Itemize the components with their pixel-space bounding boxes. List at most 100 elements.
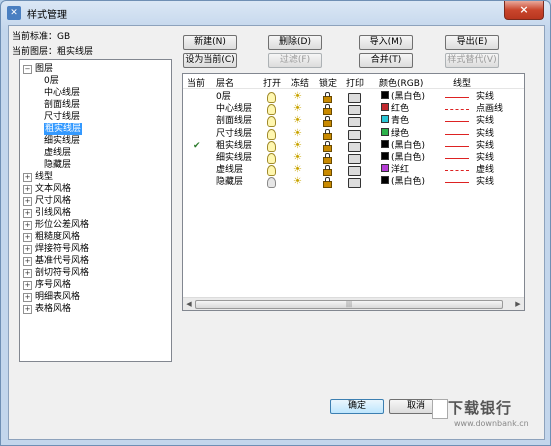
column-header[interactable]: 层名 xyxy=(216,76,234,89)
table-row[interactable]: 虚线层 ☀ 洋红 虚线 xyxy=(183,164,524,177)
table-row[interactable]: 细实线层 ☀ (黑白色) 实线 xyxy=(183,152,524,164)
column-header[interactable]: 线型 xyxy=(453,76,471,89)
layer-color[interactable]: (黑白色) xyxy=(381,152,425,164)
scroll-thumb[interactable]: ||| xyxy=(195,300,503,309)
lightbulb-icon[interactable] xyxy=(267,140,276,152)
column-header[interactable]: 打印 xyxy=(346,76,364,89)
linetype-name[interactable]: 实线 xyxy=(476,152,494,164)
layer-table[interactable]: 当前 层名 打开 冻结 锁定 打印 颜色(RGB) 线型 0层 ☀ (黑白色) 实线 中心线层 ☀ 红色点… xyxy=(182,73,525,311)
lock-icon[interactable] xyxy=(323,92,332,103)
window-title: 样式管理 xyxy=(27,10,67,21)
linetype-name[interactable]: 实线 xyxy=(476,176,494,188)
sun-icon[interactable]: ☀ xyxy=(293,103,302,115)
sun-icon[interactable]: ☀ xyxy=(293,91,302,103)
ok-button[interactable]: 确定 xyxy=(330,399,384,414)
sun-icon[interactable]: ☀ xyxy=(293,128,302,140)
lightbulb-icon[interactable] xyxy=(267,128,276,140)
close-button[interactable]: × xyxy=(504,1,544,20)
color-name: 青色 xyxy=(391,116,410,127)
filter-button[interactable]: 过滤(F) xyxy=(268,53,322,68)
expand-icon[interactable]: + xyxy=(23,197,32,206)
table-row[interactable]: 0层 ☀ (黑白色) 实线 xyxy=(183,91,524,103)
horizontal-scrollbar[interactable]: ◀ ||| ▶ xyxy=(183,297,524,310)
layer-color[interactable]: (黑白色) xyxy=(381,91,425,103)
printer-icon[interactable] xyxy=(348,166,361,177)
layer-color[interactable]: 洋红 xyxy=(381,164,409,176)
tree-item-label: 图层 xyxy=(35,64,54,74)
linetype-name[interactable]: 实线 xyxy=(476,140,494,152)
lightbulb-icon[interactable] xyxy=(267,177,276,189)
table-row[interactable]: 中心线层 ☀ 红色 点画线 xyxy=(183,103,524,116)
expand-icon[interactable]: + xyxy=(23,257,32,266)
lock-icon[interactable] xyxy=(323,140,332,152)
expand-icon[interactable]: + xyxy=(23,305,32,314)
printer-icon[interactable] xyxy=(348,154,361,164)
expand-icon[interactable]: + xyxy=(23,221,32,230)
linetype-name[interactable]: 实线 xyxy=(476,128,494,140)
table-row[interactable]: ✔ 粗实线层 ☀ (黑白色) 实线 xyxy=(183,139,524,152)
title-bar[interactable]: ✕ 样式管理 × xyxy=(1,1,550,25)
linetype-name[interactable]: 点画线 xyxy=(476,103,503,115)
layer-color[interactable]: (黑白色) xyxy=(381,139,425,152)
expand-icon[interactable]: + xyxy=(23,185,32,194)
lightbulb-icon[interactable] xyxy=(267,153,276,164)
column-header[interactable]: 打开 xyxy=(263,76,281,89)
style-tree[interactable]: − 图层 0层 中心线层 剖面线层 尺寸线层 粗实线层 细实线层 虚线层 隐藏层 + 线型 + 文本风格 +… xyxy=(19,59,172,362)
column-header[interactable]: 颜色(RGB) xyxy=(379,76,423,89)
expand-icon[interactable]: + xyxy=(23,233,32,242)
lock-icon[interactable] xyxy=(323,116,332,128)
set-current-button[interactable]: 设为当前(C) xyxy=(183,53,237,68)
linetype-name[interactable]: 虚线 xyxy=(476,164,494,176)
printer-icon[interactable] xyxy=(348,117,361,128)
scroll-left-arrow-icon[interactable]: ◀ xyxy=(184,299,194,309)
export-button[interactable]: 导出(E) xyxy=(445,35,499,50)
import-button[interactable]: 导入(M) xyxy=(359,35,413,50)
layer-color[interactable]: 绿色 xyxy=(381,127,409,140)
expand-icon[interactable]: + xyxy=(23,269,32,278)
lightbulb-icon[interactable] xyxy=(267,92,276,103)
merge-button[interactable]: 合并(T) xyxy=(359,53,413,68)
linetype-name[interactable]: 实线 xyxy=(476,91,494,103)
lightbulb-icon[interactable] xyxy=(267,116,276,128)
layer-color[interactable]: 红色 xyxy=(381,103,409,115)
expand-icon[interactable]: + xyxy=(23,209,32,218)
printer-icon[interactable] xyxy=(348,129,361,140)
column-header[interactable]: 锁定 xyxy=(319,76,337,89)
expand-icon[interactable]: + xyxy=(23,281,32,290)
lock-icon[interactable] xyxy=(323,165,332,177)
style-replace-button[interactable]: 样式替代(V) xyxy=(445,53,499,68)
lock-icon[interactable] xyxy=(323,177,332,189)
lightbulb-icon[interactable] xyxy=(267,165,276,177)
printer-icon[interactable] xyxy=(348,178,361,189)
delete-button[interactable]: 删除(D) xyxy=(268,35,322,50)
layer-name: 虚线层 xyxy=(216,165,244,176)
expand-icon[interactable]: + xyxy=(23,245,32,254)
sun-icon[interactable]: ☀ xyxy=(293,176,302,188)
table-row[interactable]: 尺寸线层 ☀ 绿色 实线 xyxy=(183,127,524,140)
table-row[interactable]: 隐藏层 ☀ (黑白色) 实线 xyxy=(183,176,524,189)
new-button[interactable]: 新建(N) xyxy=(183,35,237,50)
lightbulb-icon[interactable] xyxy=(267,104,276,116)
lock-icon[interactable] xyxy=(323,153,332,164)
expand-icon[interactable]: + xyxy=(23,293,32,302)
printer-icon[interactable] xyxy=(348,93,361,103)
color-name: 红色 xyxy=(391,104,410,115)
sun-icon[interactable]: ☀ xyxy=(293,152,302,164)
column-header[interactable]: 冻结 xyxy=(291,76,309,89)
sun-icon[interactable]: ☀ xyxy=(293,140,302,152)
column-header[interactable]: 当前 xyxy=(187,76,205,89)
sun-icon[interactable]: ☀ xyxy=(293,115,302,127)
layer-color[interactable]: 青色 xyxy=(381,115,409,127)
linetype-name[interactable]: 实线 xyxy=(476,115,494,127)
lock-icon[interactable] xyxy=(323,128,332,140)
printer-icon[interactable] xyxy=(348,105,361,116)
tree-item-label: 表格风格 xyxy=(35,304,72,314)
collapse-icon[interactable]: − xyxy=(23,65,32,74)
table-row[interactable]: 剖面线层 ☀ 青色 实线 xyxy=(183,115,524,128)
scroll-right-arrow-icon[interactable]: ▶ xyxy=(513,299,523,309)
lock-icon[interactable] xyxy=(323,104,332,116)
expand-icon[interactable]: + xyxy=(23,173,32,182)
layer-color[interactable]: (黑白色) xyxy=(381,176,425,188)
printer-icon[interactable] xyxy=(348,141,361,152)
sun-icon[interactable]: ☀ xyxy=(293,164,302,176)
